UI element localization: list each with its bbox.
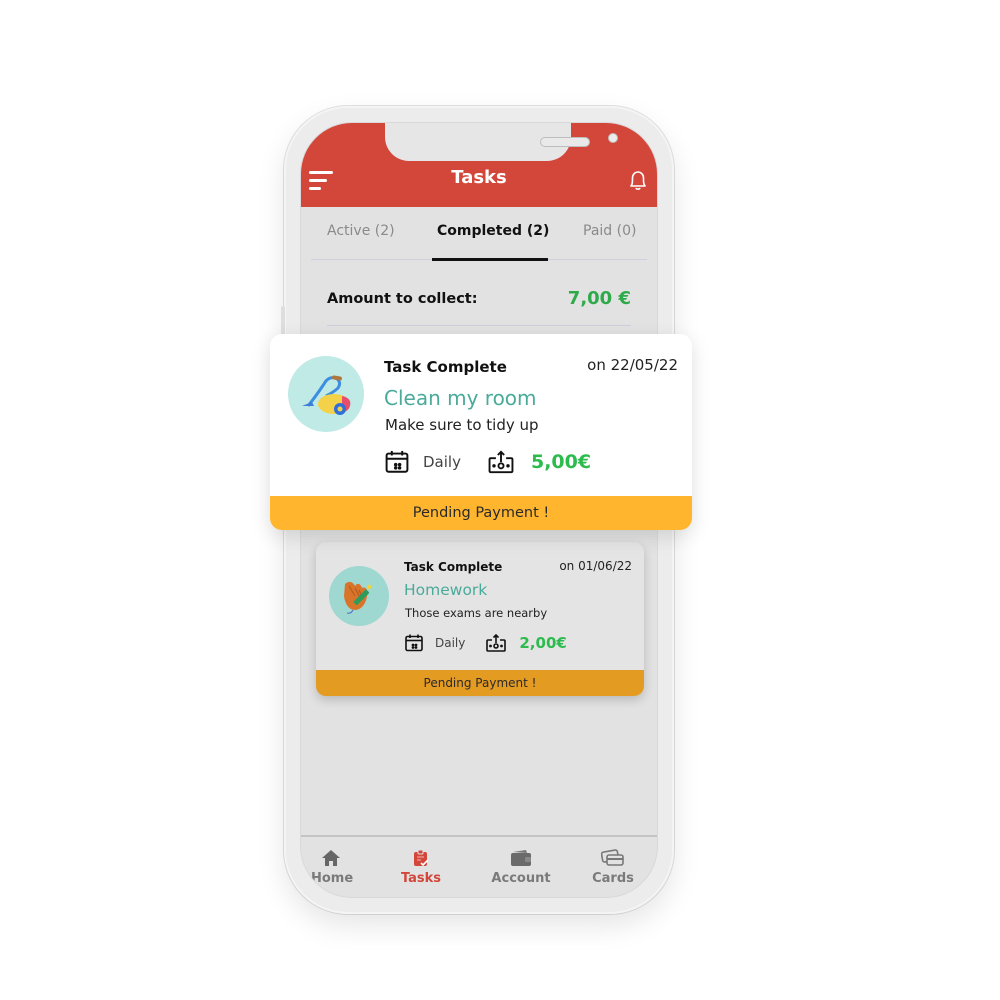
- task-status: Task Complete: [404, 560, 503, 574]
- tab-completed[interactable]: Completed (2): [437, 223, 549, 239]
- camera: [608, 133, 618, 143]
- page-title: Tasks: [451, 167, 507, 188]
- task-frequency: Daily: [435, 636, 466, 650]
- hand-pencil-icon: [329, 566, 389, 626]
- task-meta: Daily 2,00€: [404, 632, 567, 654]
- nav-cards[interactable]: Cards: [591, 849, 635, 886]
- tab-paid[interactable]: Paid (0): [583, 223, 636, 239]
- task-description: Make sure to tidy up: [385, 416, 539, 434]
- nav-cards-label: Cards: [592, 871, 634, 886]
- task-name: Homework: [404, 581, 488, 599]
- task-card-highlighted[interactable]: Task Complete on 22/05/22 Clean my room …: [270, 334, 692, 530]
- task-card[interactable]: Task Complete on 01/06/22 Homework Those…: [316, 542, 644, 696]
- wallet-icon: [511, 850, 531, 866]
- task-meta: Daily 5,00€: [384, 448, 591, 476]
- money-upload-icon: [486, 633, 507, 652]
- task-name: Clean my room: [384, 386, 537, 410]
- task-date: on 01/06/22: [559, 559, 632, 573]
- cards-icon: [601, 849, 624, 866]
- calendar-icon: [405, 634, 423, 652]
- active-tab-indicator: [432, 258, 548, 261]
- task-reward: 5,00€: [530, 451, 592, 473]
- nav-account-label: Account: [491, 871, 551, 886]
- clipboard-check-icon: [414, 849, 429, 867]
- task-description: Those exams are nearby: [405, 606, 548, 620]
- speaker: [540, 137, 590, 147]
- pending-payment-banner: Pending Payment !: [316, 670, 644, 696]
- pending-payment-banner: Pending Payment !: [270, 496, 692, 530]
- amount-label: Amount to collect:: [327, 291, 478, 307]
- task-status: Task Complete: [384, 358, 507, 376]
- nav-tasks[interactable]: Tasks: [399, 849, 443, 886]
- bell-icon[interactable]: [625, 167, 651, 193]
- calendar-icon: [385, 450, 409, 473]
- notch: [385, 123, 618, 161]
- task-frequency: Daily: [423, 453, 461, 471]
- money-upload-icon: [488, 450, 514, 474]
- tab-bar: Active (2) Completed (2) Paid (0): [311, 219, 647, 261]
- bottom-nav-divider: [301, 835, 657, 837]
- task-date: on 22/05/22: [587, 356, 678, 374]
- app-header: Tasks: [301, 123, 657, 207]
- nav-tasks-label: Tasks: [400, 871, 442, 886]
- nav-account[interactable]: Account: [491, 849, 551, 886]
- tab-active[interactable]: Active (2): [327, 223, 395, 239]
- amount-to-collect: Amount to collect: 7,00 €: [327, 288, 631, 326]
- nav-home-label: Home: [311, 871, 354, 886]
- amount-value: 7,00 €: [567, 288, 631, 309]
- home-icon: [322, 850, 340, 866]
- task-reward: 2,00€: [519, 634, 567, 652]
- nav-home[interactable]: Home: [311, 849, 354, 886]
- vacuum-cleaner-icon: [288, 356, 364, 432]
